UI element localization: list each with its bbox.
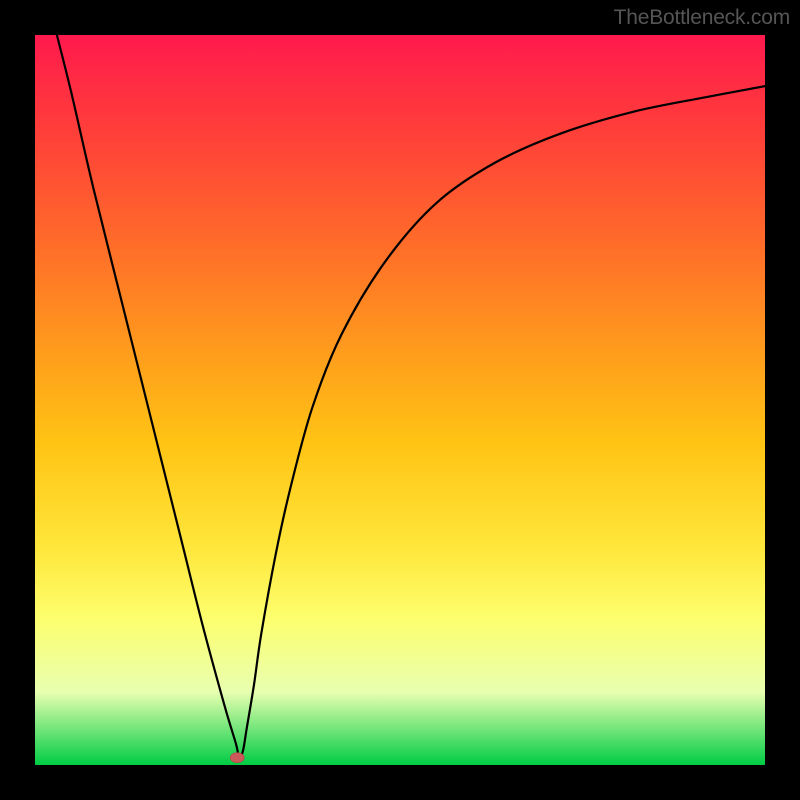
minimum-marker [230,753,244,763]
plot-area [35,35,765,765]
plot-svg [35,35,765,765]
chart-frame: TheBottleneck.com [0,0,800,800]
bottleneck-curve [57,35,765,758]
attribution-text: TheBottleneck.com [614,6,790,30]
